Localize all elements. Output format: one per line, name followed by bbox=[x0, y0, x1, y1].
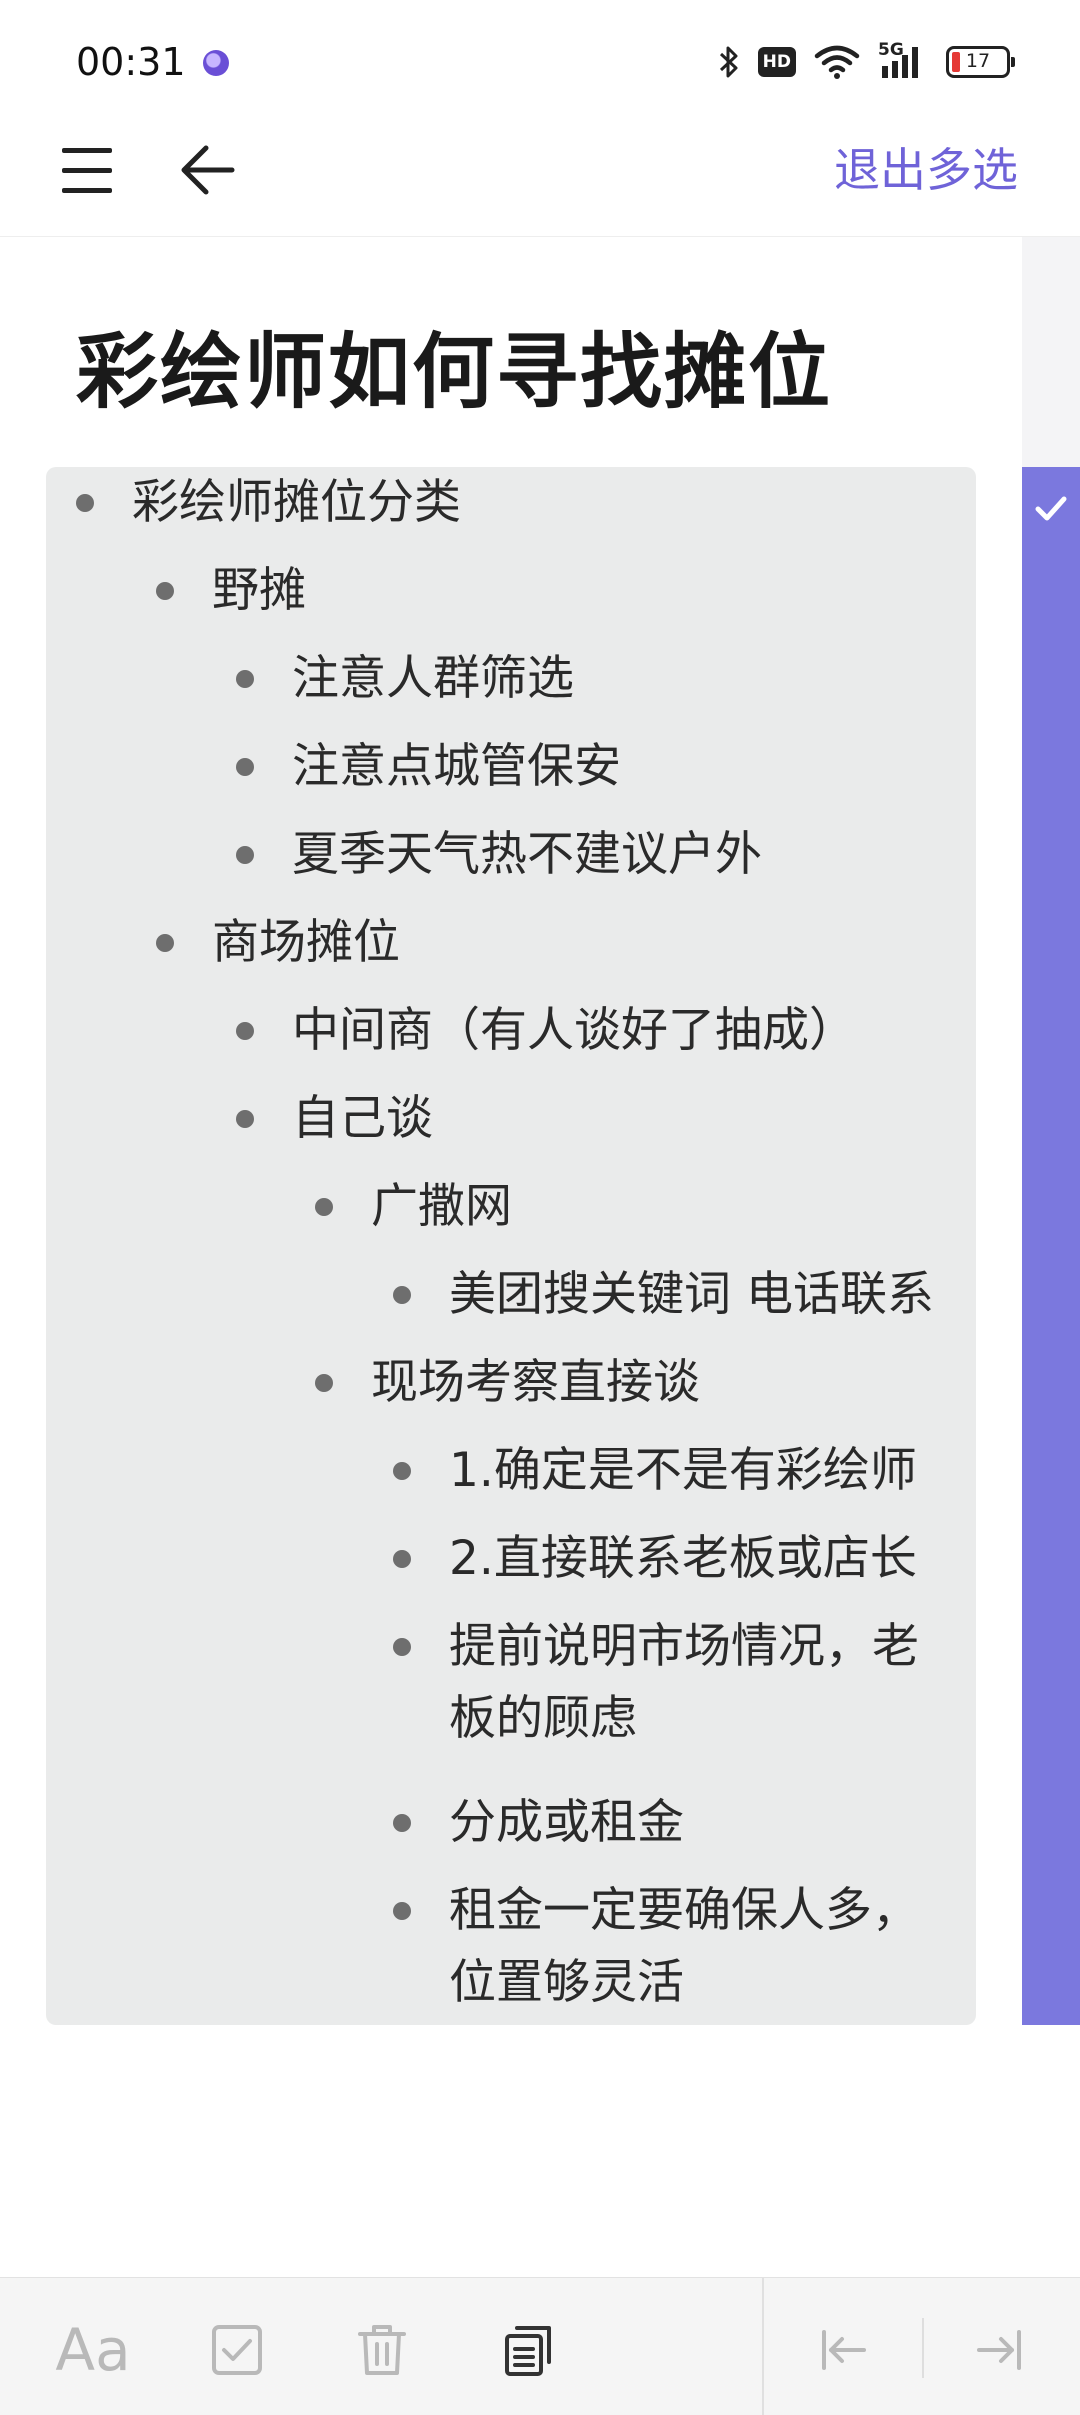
node-text: 现场考察直接谈 bbox=[371, 1355, 700, 1410]
bullet-icon bbox=[393, 1550, 411, 1568]
node-text: 注意人群筛选 bbox=[292, 651, 574, 706]
back-arrow-icon[interactable] bbox=[176, 130, 240, 210]
battery-icon: 17 bbox=[946, 46, 1015, 78]
wifi-icon bbox=[814, 44, 860, 80]
bullet-icon bbox=[393, 1902, 411, 1920]
outline-node[interactable]: 夏季天气热不建议户外 bbox=[236, 819, 762, 891]
outline-node[interactable]: 商场摊位 bbox=[156, 907, 400, 979]
node-text: 野摊 bbox=[212, 563, 306, 618]
node-text: 2.直接联系老板或店长 bbox=[449, 1531, 917, 1586]
font-style-label: Aa bbox=[55, 2316, 131, 2384]
bullet-icon bbox=[393, 1814, 411, 1832]
node-text: 中间商（有人谈好了抽成） bbox=[292, 1003, 856, 1058]
status-icons: HD 5G 17 bbox=[718, 40, 1015, 82]
outline-node[interactable]: 野摊 bbox=[156, 555, 306, 627]
outline-node[interactable]: 美团搜关键词 电话联系 bbox=[393, 1259, 934, 1331]
bullet-icon bbox=[393, 1462, 411, 1480]
battery-level: 17 bbox=[965, 50, 991, 72]
font-style-icon[interactable]: Aa bbox=[55, 2314, 131, 2386]
bullet-icon bbox=[393, 1638, 411, 1656]
bullet-icon bbox=[156, 582, 174, 600]
outline-node[interactable]: 2.直接联系老板或店长 bbox=[393, 1523, 917, 1595]
checkbox-icon[interactable] bbox=[201, 2314, 273, 2386]
check-icon bbox=[1033, 490, 1069, 526]
bluetooth-icon bbox=[718, 44, 740, 80]
menu-icon[interactable] bbox=[58, 132, 118, 208]
outline-node[interactable]: 彩绘师摊位分类 bbox=[76, 467, 461, 539]
bullet-icon bbox=[236, 758, 254, 776]
status-bar: 00:31 HD 5G 17 bbox=[0, 0, 1080, 120]
outline-node[interactable]: 现场考察直接谈 bbox=[315, 1347, 700, 1419]
node-text: 分成或租金 bbox=[449, 1795, 684, 1850]
app-notification-icon bbox=[203, 50, 229, 76]
selection-strip[interactable] bbox=[1022, 467, 1080, 2025]
node-text: 租金一定要确保人多，位置够灵活 bbox=[449, 1883, 919, 2010]
bullet-icon bbox=[236, 670, 254, 688]
outline-block-selected[interactable]: 彩绘师摊位分类 野摊 注意人群筛选 注意点城管保安 夏季天气热不建议户外 商场摊… bbox=[46, 467, 976, 2025]
toolbar-divider bbox=[762, 2278, 764, 2415]
bullet-icon bbox=[236, 1022, 254, 1040]
bullet-icon bbox=[315, 1198, 333, 1216]
outline-node[interactable]: 注意点城管保安 bbox=[236, 731, 621, 803]
delete-icon[interactable] bbox=[346, 2314, 418, 2386]
node-text: 美团搜关键词 电话联系 bbox=[449, 1267, 934, 1322]
bottom-toolbar: Aa bbox=[0, 2277, 1080, 2415]
outline-node[interactable]: 1.确定是不是有彩绘师 bbox=[393, 1435, 917, 1507]
bullet-icon bbox=[236, 1110, 254, 1128]
outline-node[interactable]: 注意人群筛选 bbox=[236, 643, 574, 715]
bullet-icon bbox=[76, 494, 94, 512]
exit-multiselect-button[interactable]: 退出多选 bbox=[834, 130, 1018, 210]
outline-node[interactable]: 广撒网 bbox=[315, 1171, 512, 1243]
outline-node[interactable]: 中间商（有人谈好了抽成） bbox=[236, 995, 856, 1067]
outline-node[interactable]: 提前说明市场情况，老板的顾虑 bbox=[393, 1611, 949, 1755]
signal-5g-icon: 5G bbox=[878, 40, 928, 80]
node-text: 注意点城管保安 bbox=[292, 739, 621, 794]
node-text: 夏季天气热不建议户外 bbox=[292, 827, 762, 882]
status-time: 00:31 bbox=[76, 40, 186, 84]
toolbar-divider bbox=[922, 2318, 924, 2378]
node-text: 商场摊位 bbox=[212, 915, 400, 970]
indent-icon[interactable] bbox=[965, 2314, 1037, 2386]
document-title: 彩绘师如何寻找摊位 bbox=[76, 325, 833, 420]
bullet-icon bbox=[156, 934, 174, 952]
hd-voice-icon: HD bbox=[757, 47, 796, 77]
selection-strip-track bbox=[1022, 237, 1080, 467]
node-text: 提前说明市场情况，老板的顾虑 bbox=[449, 1619, 919, 1746]
outline-node[interactable]: 自己谈 bbox=[236, 1083, 433, 1155]
node-text: 1.确定是不是有彩绘师 bbox=[449, 1443, 917, 1498]
outline-node[interactable]: 租金一定要确保人多，位置够灵活 bbox=[393, 1875, 949, 2019]
copy-icon[interactable] bbox=[492, 2314, 564, 2386]
outline-node[interactable]: 分成或租金 bbox=[393, 1787, 684, 1859]
bullet-icon bbox=[393, 1286, 411, 1304]
top-nav: 退出多选 bbox=[0, 120, 1080, 237]
node-text: 广撒网 bbox=[371, 1179, 512, 1234]
node-text: 彩绘师摊位分类 bbox=[132, 475, 461, 530]
node-text: 自己谈 bbox=[292, 1091, 433, 1146]
bullet-icon bbox=[236, 846, 254, 864]
outdent-icon[interactable] bbox=[806, 2314, 878, 2386]
bullet-icon bbox=[315, 1374, 333, 1392]
